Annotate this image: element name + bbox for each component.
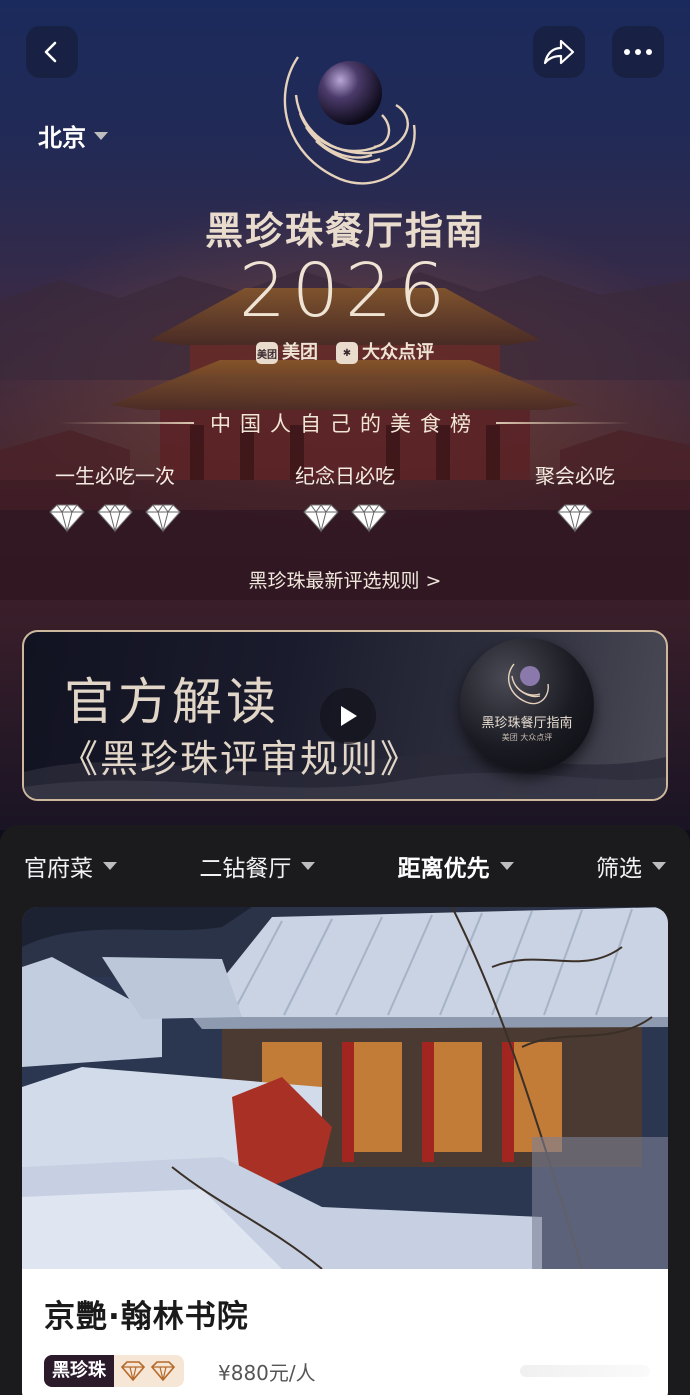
city-label: 北京	[38, 124, 86, 152]
play-button[interactable]	[320, 688, 376, 744]
tier-diamonds	[230, 503, 460, 533]
diamond-icon	[145, 504, 181, 533]
brand-year: 2026	[238, 248, 452, 334]
filter-sort[interactable]: 距离优先	[398, 849, 514, 883]
city-selector[interactable]: 北京	[38, 118, 108, 153]
diamond-icon	[557, 504, 593, 533]
filter-label: 筛选	[595, 856, 642, 882]
slogan-text: 中国人自己的美食榜	[210, 412, 480, 436]
meituan-logo: 美团 美团	[256, 338, 318, 364]
share-button[interactable]	[533, 26, 585, 78]
filter-diamond-level[interactable]: 二钻餐厅	[199, 849, 316, 883]
tier-three-diamond: 一生必吃一次	[0, 460, 230, 533]
restaurant-listing: 官府菜 二钻餐厅 距离优先 筛选 京艷·翰林书院 黑珍珠 ¥880元/人	[0, 825, 690, 1395]
divider-left	[60, 422, 194, 424]
dianping-badge-icon: ✱	[336, 342, 358, 364]
restaurant-card[interactable]: 京艷·翰林书院 黑珍珠 ¥880元/人	[22, 907, 668, 1395]
tag-diamonds	[114, 1355, 184, 1387]
restaurant-info: 京艷·翰林书院 黑珍珠 ¥880元/人	[22, 1269, 668, 1395]
meituan-label: 美团	[282, 342, 318, 363]
restaurant-name: 京艷·翰林书院	[44, 1299, 249, 1335]
caret-down-icon	[103, 862, 117, 870]
diamond-icon	[351, 504, 387, 533]
diamond-icon	[303, 504, 339, 533]
loading-placeholder	[520, 1365, 650, 1377]
tier-label: 纪念日必吃	[295, 464, 395, 488]
share-icon	[543, 39, 575, 65]
filter-more[interactable]: 筛选	[596, 849, 666, 883]
dianping-logo: ✱ 大众点评	[336, 338, 434, 364]
caret-down-icon	[94, 131, 108, 140]
diamond-icon	[49, 504, 85, 533]
tier-label: 一生必吃一次	[55, 464, 175, 488]
restaurant-photo	[22, 907, 668, 1269]
black-pearl-logo	[283, 56, 416, 185]
banner-title: 官方解读	[64, 673, 280, 731]
official-interpretation-banner[interactable]: 官方解读 《黑珍珠评审规则》 黑珍珠餐厅指南 美团 大众点评	[22, 630, 668, 801]
play-icon	[341, 706, 357, 726]
back-button[interactable]	[26, 26, 78, 78]
black-pearl-orb: 黑珍珠餐厅指南 美团 大众点评	[460, 638, 594, 772]
orb-title: 黑珍珠餐厅指南	[481, 716, 573, 731]
tag-label: 黑珍珠	[44, 1355, 114, 1387]
tier-one-diamond: 聚会必吃	[460, 460, 690, 533]
partner-logos: 美团 美团 ✱ 大众点评	[0, 338, 690, 364]
more-dots-icon	[624, 49, 652, 55]
slogan: 中国人自己的美食榜	[60, 408, 630, 438]
tier-diamonds	[460, 503, 690, 533]
filter-label: 二钻餐厅	[199, 856, 292, 882]
filter-cuisine[interactable]: 官府菜	[24, 849, 117, 883]
dianping-label: 大众点评	[362, 342, 434, 363]
more-button[interactable]	[612, 26, 664, 78]
diamond-icon	[150, 1361, 176, 1381]
caret-down-icon	[301, 862, 316, 870]
tier-label: 聚会必吃	[535, 464, 615, 488]
divider-right	[496, 422, 630, 424]
filter-label: 距离优先	[397, 856, 490, 882]
pearl-logo-icon	[507, 663, 549, 705]
chevron-left-icon	[44, 41, 57, 63]
diamond-icon	[97, 504, 133, 533]
tier-diamonds	[0, 503, 230, 533]
price-per-person: ¥880元/人	[218, 1361, 316, 1385]
brand-title: 黑珍珠餐厅指南	[204, 209, 485, 253]
black-pearl-tag: 黑珍珠	[44, 1355, 184, 1387]
filter-bar: 官府菜 二钻餐厅 距离优先 筛选	[0, 845, 690, 887]
caret-down-icon	[651, 862, 666, 870]
diamond-icon	[120, 1361, 146, 1381]
rules-link[interactable]: 黑珍珠最新评选规则 >	[0, 566, 690, 593]
filter-label: 官府菜	[24, 856, 93, 882]
diamond-tiers: 一生必吃一次 纪念日必吃 聚会必吃	[0, 460, 690, 533]
tier-two-diamond: 纪念日必吃	[230, 460, 460, 533]
orb-subtitle: 美团 大众点评	[501, 733, 553, 742]
caret-down-icon	[499, 862, 514, 870]
meituan-badge-icon: 美团	[256, 342, 278, 364]
